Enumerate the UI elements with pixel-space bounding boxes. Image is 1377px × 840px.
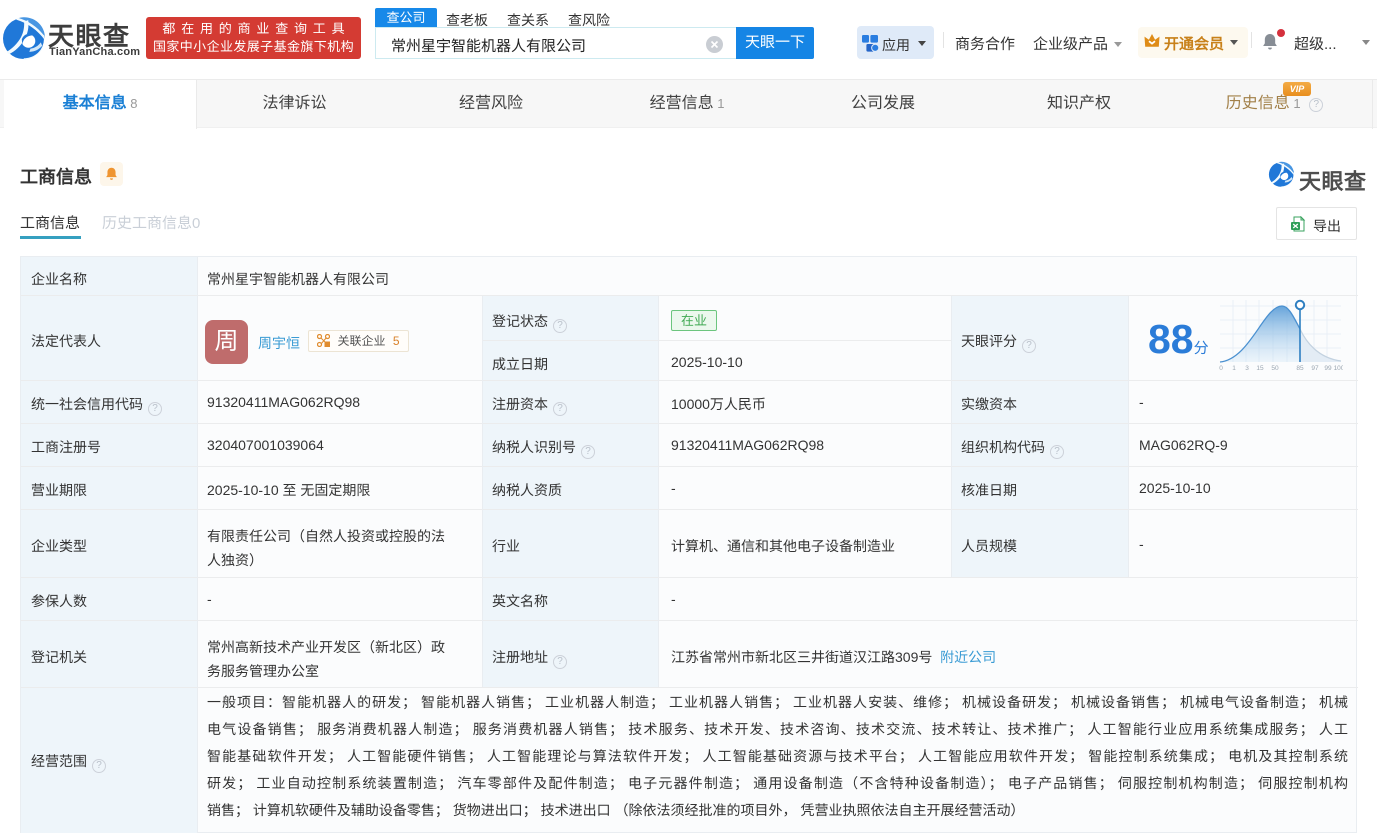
svg-text:1: 1 [1232, 365, 1236, 372]
svg-text:3: 3 [1245, 365, 1249, 372]
svg-text:0: 0 [1219, 365, 1223, 372]
svg-text:97: 97 [1311, 365, 1319, 372]
svg-text:15: 15 [1256, 365, 1264, 372]
svg-text:99: 99 [1324, 365, 1332, 372]
svg-text:85: 85 [1296, 365, 1304, 372]
svg-text:50: 50 [1271, 365, 1279, 372]
svg-text:100: 100 [1334, 365, 1343, 372]
